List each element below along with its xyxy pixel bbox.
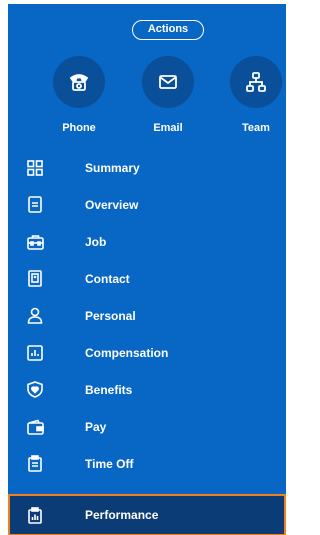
nav-item-label: Contact (85, 271, 130, 286)
nav-item-label: Performance (85, 508, 159, 522)
person-icon (26, 307, 44, 325)
nav-item-job[interactable]: Job (8, 223, 286, 260)
nav-item-personal[interactable]: Personal (8, 297, 286, 334)
quick-action-email[interactable]: Email (126, 56, 210, 134)
nav-item-summary[interactable]: Summary (8, 149, 286, 186)
nav-item-time-off[interactable]: Time Off (8, 445, 286, 482)
quick-action-phone[interactable]: Phone (37, 56, 121, 134)
wallet-icon (26, 418, 44, 436)
worker-profile-nav-panel: Actions Phone Email Team Summary Overvie… (8, 4, 286, 535)
shield-heart-icon (26, 381, 44, 399)
quick-action-label: Team (242, 122, 270, 134)
nav-item-compensation[interactable]: Compensation (8, 334, 286, 371)
nav-item-label: Time Off (85, 456, 134, 471)
nav-item-label: Compensation (85, 345, 169, 360)
nav-item-contact[interactable]: Contact (8, 260, 286, 297)
document-icon (26, 196, 44, 214)
email-icon (142, 56, 194, 108)
nav-item-label: Overview (85, 197, 139, 212)
profile-nav-list: Summary Overview Job Contact Personal Co… (8, 149, 286, 535)
quick-action-team[interactable]: Team (214, 56, 286, 134)
nav-item-pay[interactable]: Pay (8, 408, 286, 445)
nav-item-performance[interactable]: Performance (8, 494, 286, 535)
actions-button[interactable]: Actions (132, 20, 204, 40)
nav-item-overview[interactable]: Overview (8, 186, 286, 223)
nav-item-benefits[interactable]: Benefits (8, 371, 286, 408)
nav-item-label: Benefits (85, 382, 133, 397)
team-icon (230, 56, 282, 108)
nav-item-label: Pay (85, 419, 107, 434)
clipboard-chart-icon (26, 506, 44, 524)
quick-action-label: Email (153, 122, 183, 134)
clipboard-icon (26, 455, 44, 473)
phone-icon (53, 56, 105, 108)
nav-item-label: Personal (85, 308, 136, 323)
briefcase-icon (26, 233, 44, 251)
contact-card-icon (26, 270, 44, 288)
grid-icon (26, 159, 44, 177)
nav-item-label: Summary (85, 160, 140, 175)
nav-item-label: Job (85, 234, 107, 249)
quick-action-label: Phone (62, 122, 96, 134)
chart-icon (26, 344, 44, 362)
